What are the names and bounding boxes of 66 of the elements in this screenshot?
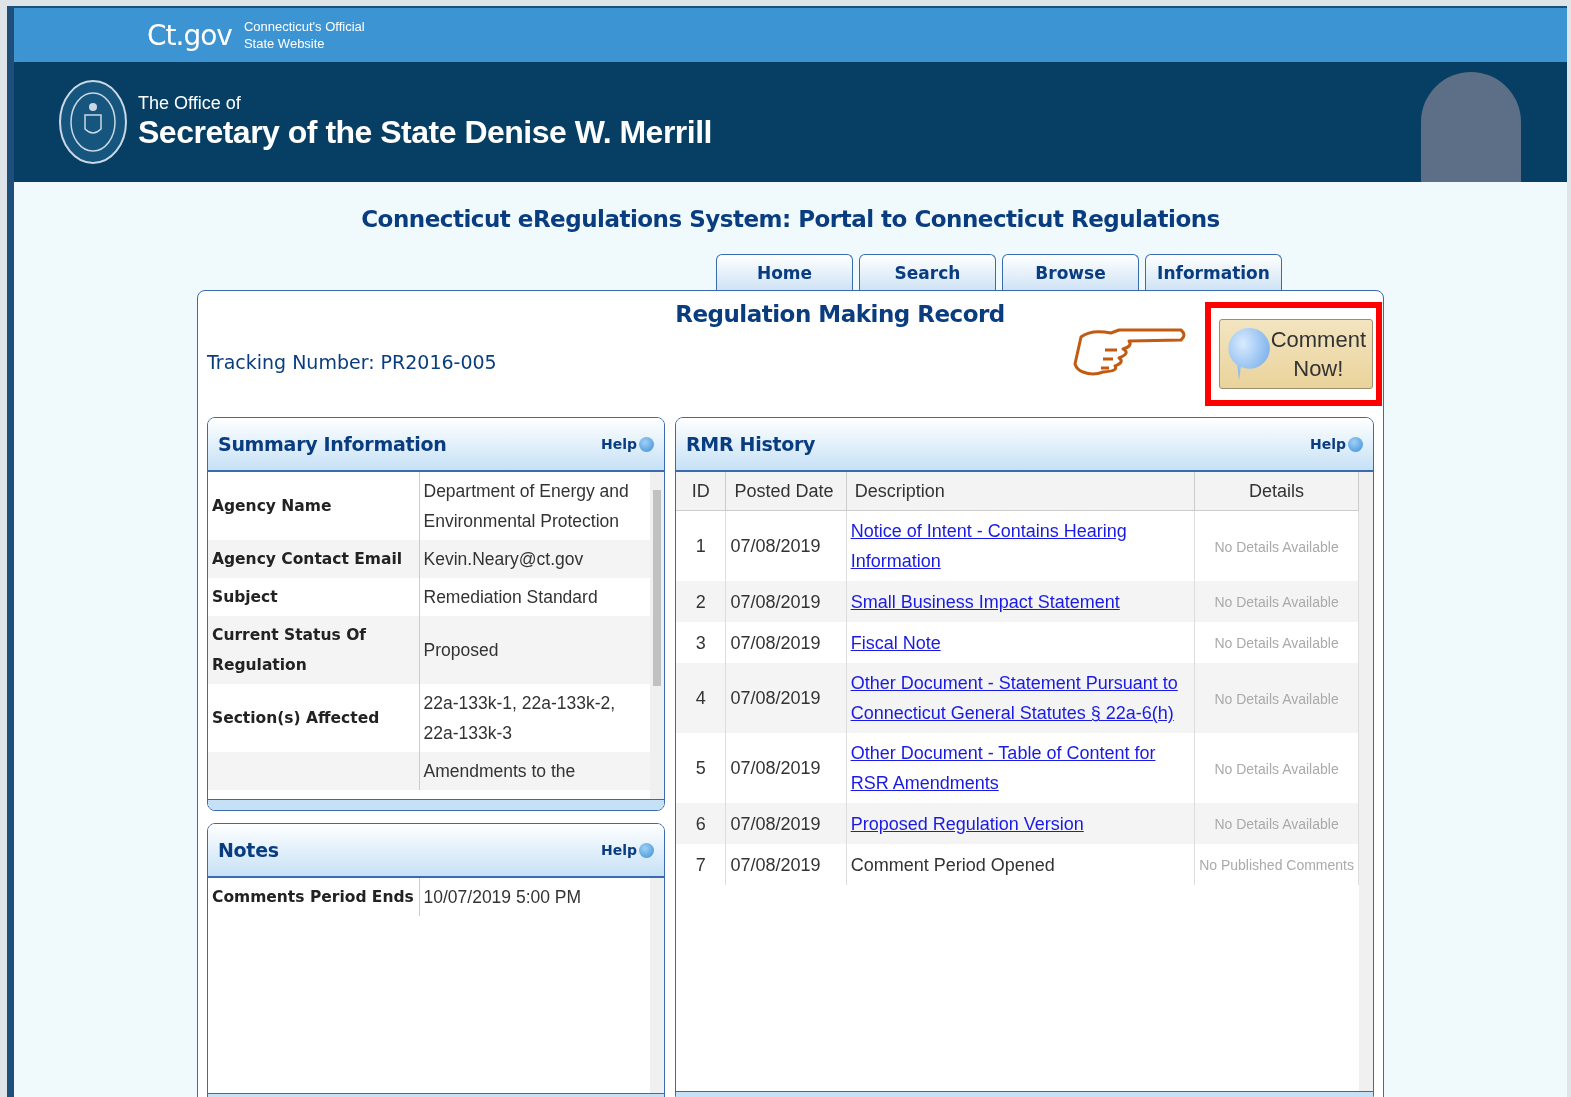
table-cell: No Details Available bbox=[1214, 635, 1339, 651]
nav-tab[interactable]: Browse bbox=[1002, 254, 1139, 290]
table-cell: No Details Available bbox=[1214, 690, 1339, 707]
help-icon[interactable] bbox=[1348, 436, 1363, 452]
table-cell: 2 bbox=[695, 591, 706, 612]
column-header: Description bbox=[854, 480, 945, 501]
table-cell: 07/08/2019 bbox=[730, 813, 821, 834]
help-link[interactable]: Help bbox=[1309, 436, 1346, 452]
table-cell: 07/08/2019 bbox=[730, 591, 821, 612]
help-icon[interactable] bbox=[639, 842, 654, 858]
nav-tab[interactable]: Search bbox=[859, 254, 996, 290]
field-value: 10/07/2019 5:00 PM bbox=[423, 887, 582, 907]
help-link[interactable]: Help bbox=[600, 842, 637, 858]
nav-tab[interactable]: Home bbox=[716, 254, 853, 290]
help-link[interactable]: Help bbox=[600, 436, 637, 452]
field-value: Proposed bbox=[423, 640, 499, 660]
table-cell: 5 bbox=[695, 758, 706, 778]
panel-title: RMR History bbox=[686, 433, 816, 455]
table-cell: No Details Available bbox=[1214, 760, 1339, 777]
tracking-number: Tracking Number: PR2016-005 bbox=[207, 351, 498, 373]
field-label: Subject bbox=[212, 588, 278, 606]
field-value: Remediation Standard bbox=[423, 587, 598, 607]
table-cell: 7 bbox=[695, 854, 706, 875]
table-cell: No Published Comments bbox=[1199, 857, 1354, 873]
field-label: Agency Contact Email bbox=[212, 550, 403, 568]
table-cell: 6 bbox=[695, 813, 706, 834]
column-header: Details bbox=[1249, 480, 1305, 501]
table-cell: No Details Available bbox=[1214, 816, 1339, 832]
field-value: Kevin.Neary@ct.gov bbox=[423, 549, 584, 569]
table-cell: 4 bbox=[695, 688, 706, 708]
document-link[interactable]: Other Document - Table of Content for RSR Amendments bbox=[850, 738, 1191, 798]
column-header: Posted Date bbox=[734, 480, 834, 501]
table-cell: Comment Period Opened bbox=[850, 854, 1055, 875]
table-cell: 07/08/2019 bbox=[730, 688, 821, 708]
field-value: 22a-133k-1, 22a-133k-2, 22a-133k-3 bbox=[423, 693, 616, 743]
seal-icon bbox=[58, 79, 128, 165]
field-label: Comments Period Ends bbox=[212, 888, 414, 906]
document-link[interactable]: Notice of Intent - Contains Hearing Information bbox=[850, 516, 1191, 576]
panel-title: Notes bbox=[218, 839, 279, 861]
table-cell: 3 bbox=[695, 632, 706, 653]
office-subtitle: The Office of bbox=[138, 93, 242, 114]
column-header: ID bbox=[691, 480, 710, 501]
field-label: Current Status Of Regulation bbox=[212, 626, 367, 674]
table-cell: 07/08/2019 bbox=[730, 854, 821, 875]
table-cell: No Details Available bbox=[1214, 538, 1339, 555]
help-icon[interactable] bbox=[639, 436, 654, 452]
field-label: Agency Name bbox=[212, 497, 332, 515]
office-title: Secretary of the State Denise W. Merrill bbox=[138, 114, 712, 151]
table-cell: 07/08/2019 bbox=[730, 536, 821, 556]
panel-title: Summary Information bbox=[218, 433, 447, 455]
scrollbar[interactable] bbox=[650, 878, 664, 1093]
field-label: Section(s) Affected bbox=[212, 709, 380, 727]
nav-tab[interactable]: Information bbox=[1145, 254, 1282, 290]
page-title: Connecticut eRegulations System: Portal to Connecticut Regulations bbox=[361, 206, 1220, 232]
table-cell: 07/08/2019 bbox=[730, 632, 821, 653]
scrollbar[interactable] bbox=[1359, 472, 1373, 1091]
scrollbar[interactable] bbox=[650, 472, 664, 799]
field-value: Department of Energy and Environmental Protection bbox=[423, 481, 629, 531]
table-cell: 1 bbox=[695, 536, 706, 556]
field-value: Amendments to the bbox=[423, 761, 576, 781]
record-title: Regulation Making Record bbox=[674, 301, 1006, 327]
table-cell: 07/08/2019 bbox=[730, 758, 821, 778]
document-link[interactable]: Fiscal Note bbox=[850, 627, 941, 658]
table-cell: No Details Available bbox=[1214, 594, 1339, 610]
tagline: Connecticut's Official State Website bbox=[243, 18, 365, 52]
comment-now-button[interactable]: Comment Now! bbox=[1219, 319, 1373, 389]
